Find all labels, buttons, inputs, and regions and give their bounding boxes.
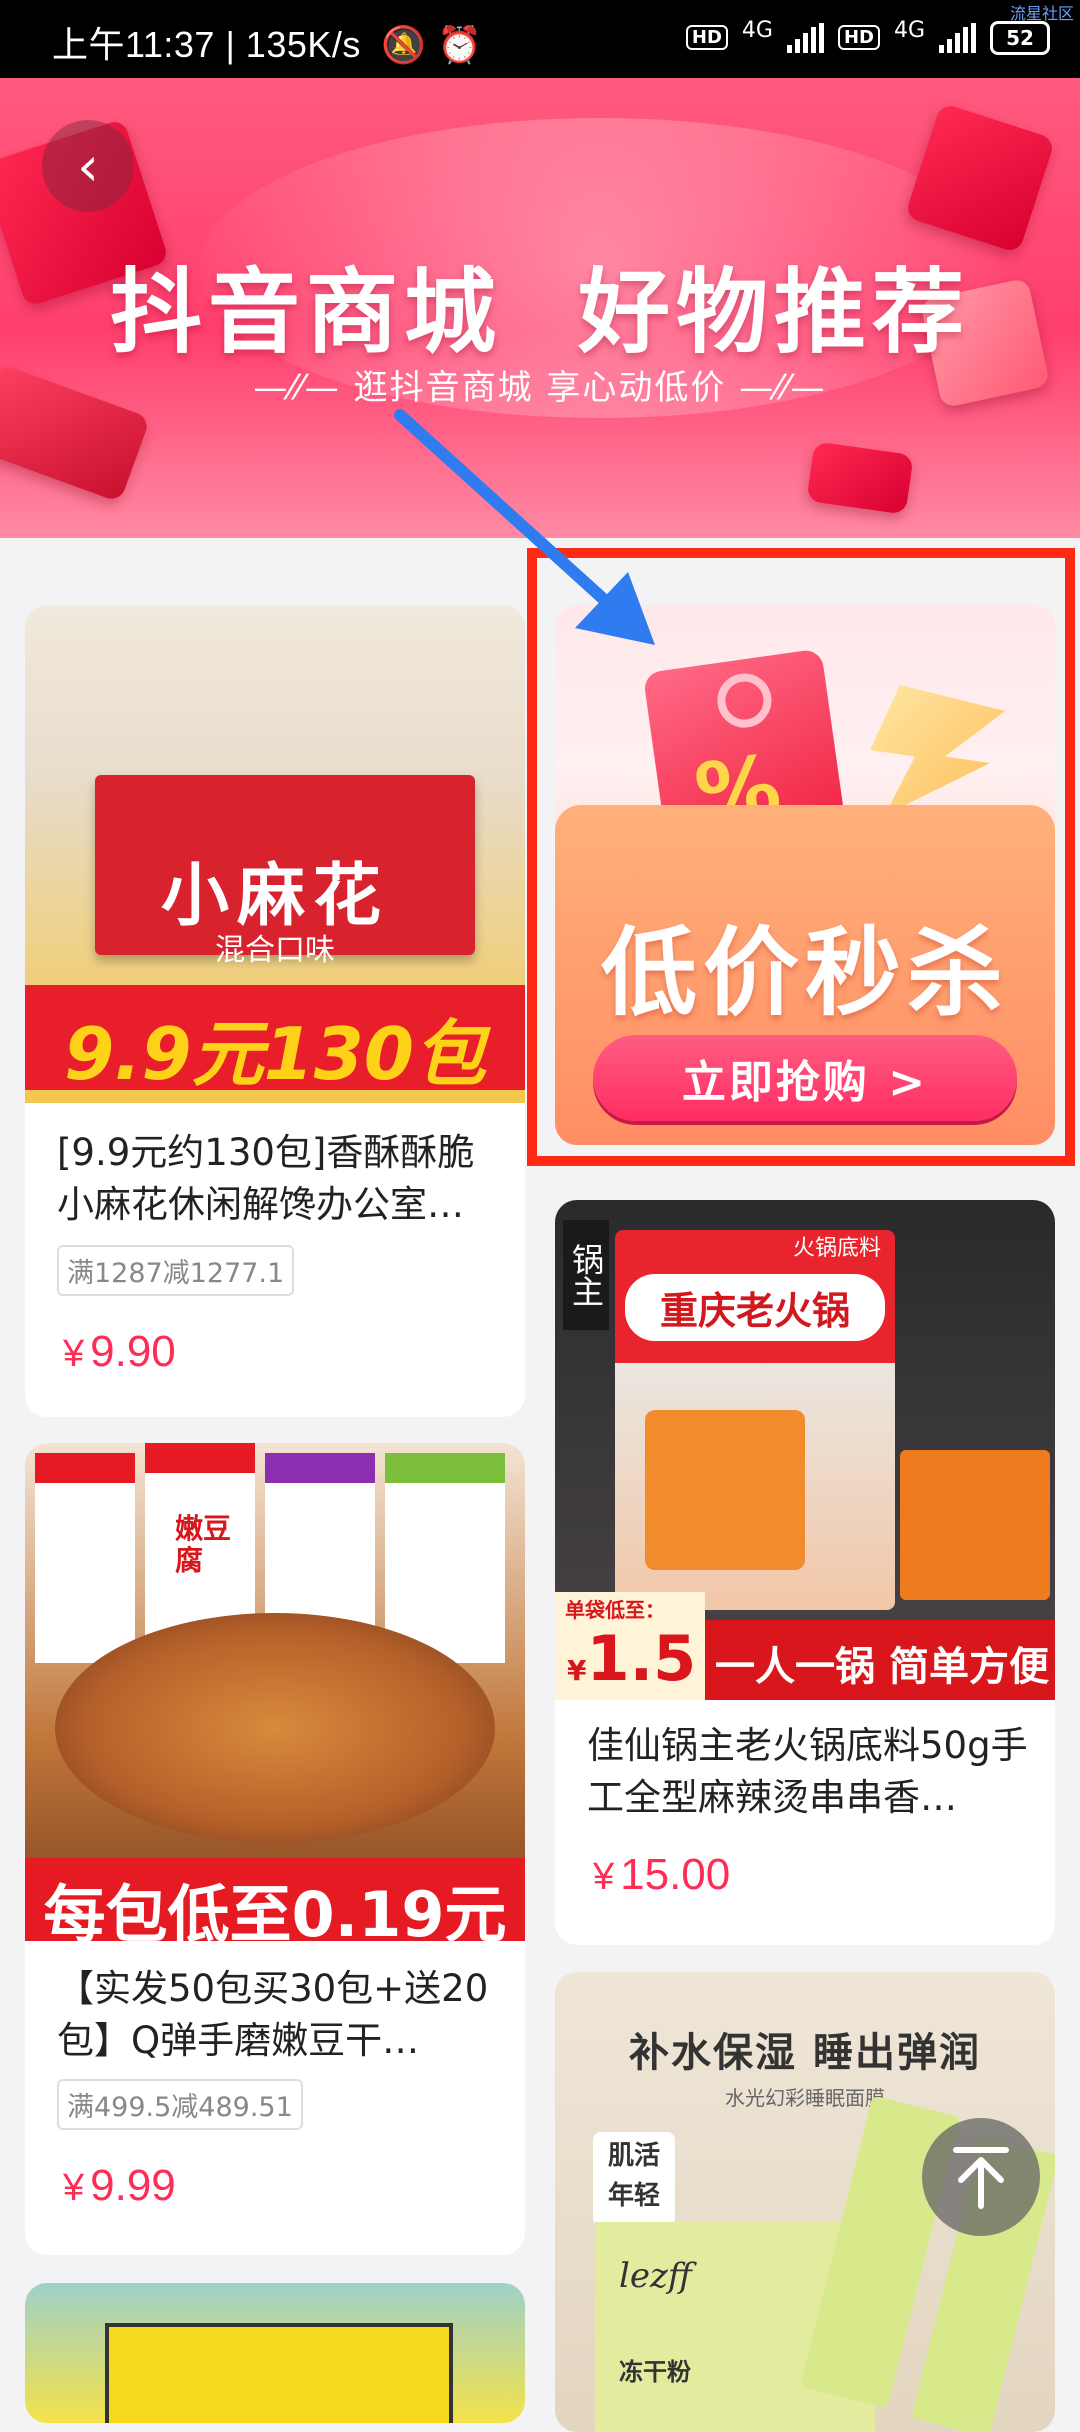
arrow-annotation <box>394 409 655 645</box>
sauce-pouch <box>645 1410 805 1570</box>
currency-symbol: ¥ <box>63 1333 85 1375</box>
product-title-2: 佳仙锅主老火锅底料50g手工全型麻辣烫串串香… <box>587 1724 1028 1819</box>
price-value: 9.99 <box>90 2161 176 2210</box>
price-badge: 单袋低至： ¥1.5 <box>555 1592 705 1700</box>
product-card-3[interactable]: 嫩豆腐 每包低至0.19元 【实发50包买30包+送20包】Q弹手磨嫩豆干… 满… <box>25 1443 525 2255</box>
product-price-3: ¥9.99 <box>63 2161 176 2211</box>
product-card-2[interactable]: 锅主 火锅底料 重庆老火锅 单袋低至： ¥1.5 一人一锅 简单方便 佳仙锅主老… <box>555 1200 1055 1945</box>
product-image-3: 嫩豆腐 每包低至0.19元 <box>25 1443 525 1951</box>
product-image-banner: 9.9元130包 <box>25 985 525 1096</box>
product-image-2: 锅主 火锅底料 重庆老火锅 单袋低至： ¥1.5 一人一锅 简单方便 <box>555 1200 1055 1700</box>
scroll-to-top-button[interactable] <box>922 2118 1040 2236</box>
hotpot-package: 火锅底料 重庆老火锅 <box>615 1230 895 1610</box>
product-title-1: [9.9元约130包]香酥酥脆小麻花休闲解馋办公室… <box>57 1131 475 1226</box>
tofu-package-4 <box>385 1453 505 1663</box>
product-image-banner-text-3: 每包低至0.19元 <box>43 1878 507 1951</box>
product-image-top-text: 火锅底料 <box>792 1236 881 1261</box>
product-image-banner-text: 9.9元130包 <box>64 1012 486 1096</box>
product-price-2: ¥15.00 <box>593 1850 730 1900</box>
hotpot-block <box>900 1450 1050 1600</box>
price-badge-label: 单袋低至： <box>565 1598 665 1622</box>
product-image-banner-3: 每包低至0.19元 <box>25 1858 525 1951</box>
price-badge-value: ¥1.5 <box>567 1622 696 1695</box>
product-image-main-text-2: 重庆老火锅 <box>625 1274 885 1341</box>
product-image-side-text: 锅主 <box>563 1220 609 1330</box>
discount-tag-1: 满1287减1277.1 <box>57 1245 295 1296</box>
product-price-1: ¥9.90 <box>63 1327 176 1377</box>
product-image-sub-text: 混合口味 <box>215 933 335 968</box>
arrow-up-icon <box>953 2147 1009 2209</box>
product-image-slogan: 一人一锅 简单方便 <box>715 1644 1049 1690</box>
currency-symbol: ¥ <box>567 1654 587 1687</box>
product-image-brand-4: lezff <box>619 2256 692 2296</box>
currency-symbol: ¥ <box>593 1856 615 1898</box>
product-image-product-4: 冻干粉 <box>619 2358 691 2386</box>
product-card-5[interactable] <box>25 2283 525 2423</box>
price-value: 15.00 <box>620 1850 731 1899</box>
arrow-shaft <box>394 409 616 611</box>
product-image-headline-4: 补水保湿 睡出弹润 <box>629 2030 981 2076</box>
discount-tag-3: 满499.5减489.51 <box>57 2079 303 2130</box>
tofu-plate <box>55 1613 495 1843</box>
product-title-3: 【实发50包买30包+送20包】Q弹手磨嫩豆干… <box>57 1967 489 2062</box>
tofu-package-1 <box>35 1453 135 1663</box>
product-image-banner-2: 单袋低至： ¥1.5 一人一锅 简单方便 <box>555 1592 1055 1700</box>
price-value: 9.90 <box>90 1327 176 1376</box>
product-image-label-3: 嫩豆腐 <box>175 1512 232 1577</box>
product-card-1[interactable]: 小麻花 混合口味 9.9元130包 [9.9元约130包]香酥酥脆小麻花休闲解馋… <box>25 605 525 1417</box>
currency-symbol: ¥ <box>63 2167 85 2209</box>
product-image-badge-4: 肌活年轻 <box>593 2132 675 2226</box>
price-badge-number: 1.5 <box>586 1622 697 1695</box>
product-image-5 <box>105 2323 453 2423</box>
product-image-sub-4: 水光幻彩睡眠面膜 <box>725 2086 885 2110</box>
